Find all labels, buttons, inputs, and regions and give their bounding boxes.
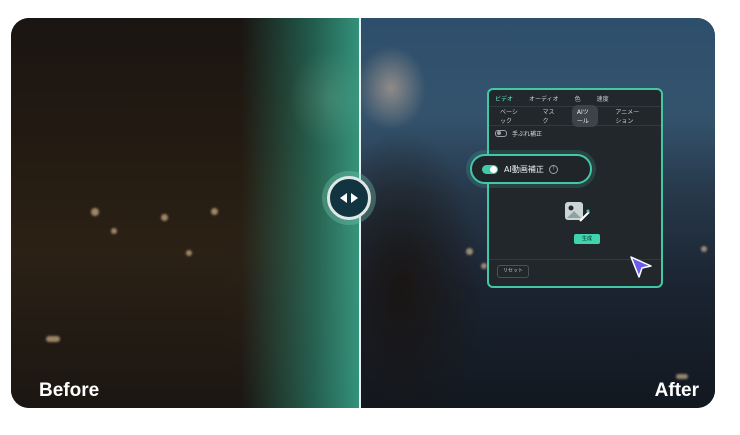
stabilize-toggle[interactable] [495, 129, 507, 137]
tab-video[interactable]: ビデオ [495, 94, 513, 103]
tab-ai-tools[interactable]: AIツール [571, 105, 599, 127]
bokeh-light [46, 336, 60, 342]
bokeh-light [91, 208, 99, 216]
tab-speed[interactable]: 速度 [597, 94, 609, 103]
bokeh-light [186, 250, 192, 256]
compare-slider-handle[interactable] [327, 176, 371, 220]
after-label: After [654, 380, 699, 401]
stabilize-row: 手ぶれ補正 [489, 126, 661, 140]
tab-animation[interactable]: アニメーション [610, 105, 649, 127]
before-label: Before [39, 380, 100, 401]
bokeh-light [211, 208, 218, 215]
compare-arrows-icon [340, 193, 358, 203]
help-icon[interactable]: ? [548, 164, 558, 174]
tab-basic[interactable]: ベーシック [495, 105, 526, 127]
generate-button[interactable]: 生成 [574, 234, 600, 244]
generate-area: 生成 [497, 186, 655, 254]
image-wand-icon [565, 202, 590, 222]
bokeh-light [161, 214, 168, 221]
reset-button[interactable]: リセット [497, 265, 529, 278]
tab-color[interactable]: 色 [575, 94, 581, 103]
sub-tab-bar: ベーシック マスク AIツール アニメーション [489, 105, 661, 127]
bokeh-light [466, 248, 473, 255]
stabilize-label: 手ぶれ補正 [512, 130, 543, 138]
ai-video-enhance-toggle[interactable] [482, 164, 498, 174]
pointer-cursor-icon [630, 256, 652, 278]
ai-video-enhance-row: AI動画補正 ? [470, 154, 592, 184]
ai-video-enhance-label: AI動画補正 [504, 164, 544, 174]
tab-mask[interactable]: マスク [538, 105, 560, 127]
tab-audio[interactable]: オーディオ [529, 94, 559, 103]
bokeh-light [701, 246, 707, 252]
bokeh-light [111, 228, 117, 234]
bokeh-light [676, 374, 688, 379]
